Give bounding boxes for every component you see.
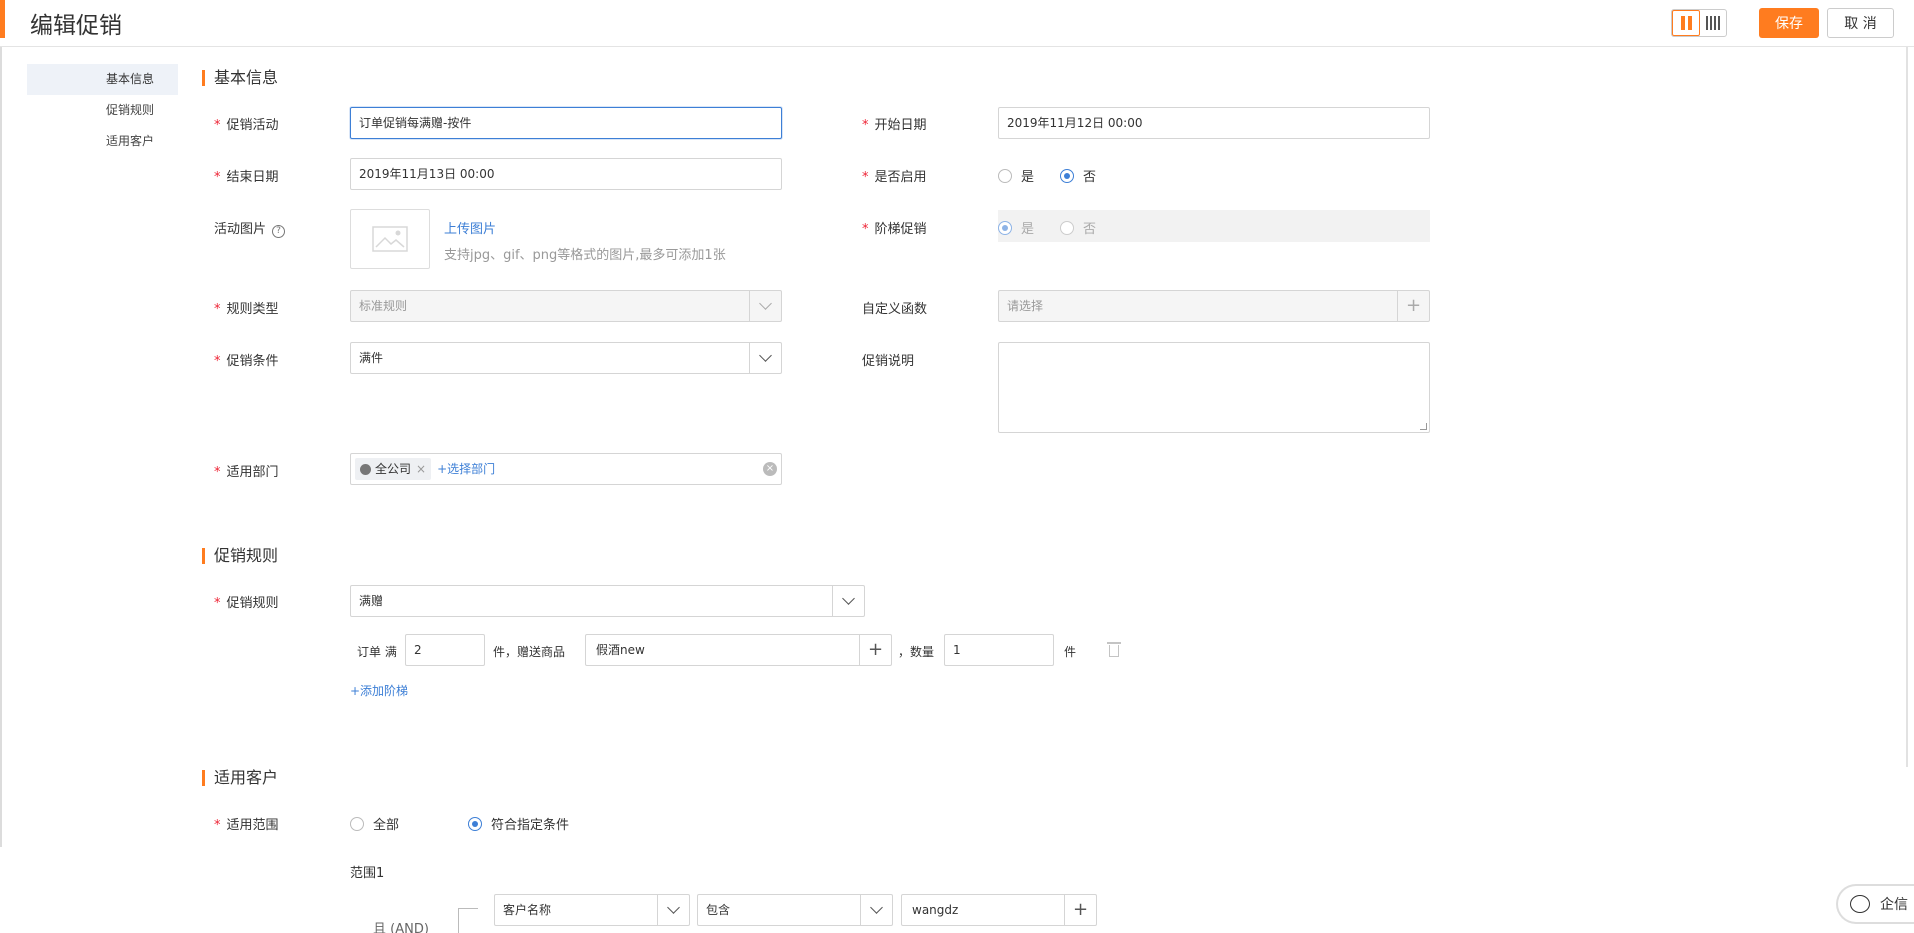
enabled-no-radio[interactable]: 否 [1060, 166, 1096, 185]
dept-label: * 适用部门 [214, 465, 279, 480]
description-textarea[interactable] [998, 342, 1430, 433]
nav-item-promo-rules[interactable]: 促销规则 [27, 95, 178, 126]
qty-text: ，数量 [898, 645, 935, 659]
section-title-customers: 适用客户 [202, 768, 278, 788]
rule-label: * 促销规则 [214, 596, 279, 611]
four-column-layout-button[interactable] [1700, 10, 1726, 36]
chevron-down-icon [832, 586, 864, 616]
custom-fn-label: 自定义函数 [862, 302, 928, 317]
enabled-label: * 是否启用 [862, 170, 927, 185]
chevron-down-icon [749, 291, 781, 321]
start-date-label: * 开始日期 [862, 118, 927, 133]
tiered-yes-radio[interactable]: 是 [998, 218, 1034, 237]
promo-activity-label: * 促销活动 [214, 118, 279, 133]
remove-tag-icon[interactable]: × [416, 458, 426, 480]
enabled-yes-radio[interactable]: 是 [998, 166, 1034, 185]
trash-icon[interactable] [1107, 641, 1121, 657]
end-date-input[interactable]: 2019年11月13日 00:00 [350, 158, 782, 190]
dept-selector[interactable]: 全公司 × +选择部门 × [350, 453, 782, 485]
two-column-layout-button[interactable] [1672, 10, 1700, 36]
condition-field-select[interactable]: 客户名称 [494, 894, 690, 926]
chevron-down-icon [749, 343, 781, 373]
section-title-basic: 基本信息 [202, 68, 278, 88]
chat-bubble-icon [1850, 895, 1870, 913]
plus-icon[interactable]: + [1397, 291, 1429, 321]
select-dept-link[interactable]: +选择部门 [437, 458, 495, 480]
unit-text: 件 [1064, 645, 1077, 659]
image-upload-box[interactable] [350, 209, 430, 269]
layout-toggle [1671, 9, 1727, 37]
dept-tag: 全公司 × [355, 458, 432, 480]
upload-hint: 支持jpg、gif、png等格式的图片,最多可添加1张 [444, 248, 726, 263]
add-tier-link[interactable]: +添加阶梯 [350, 682, 408, 699]
rule-type-select[interactable]: 标准规则 [350, 290, 782, 322]
scope-label: * 适用范围 [214, 818, 279, 833]
condition-value-input[interactable]: wangdz + [901, 894, 1097, 926]
range-title: 范围1 [350, 866, 385, 881]
tiered-no-radio[interactable]: 否 [1060, 218, 1096, 237]
and-bracket [458, 908, 478, 933]
page-title: 编辑促销 [30, 13, 122, 39]
section-title-rules: 促销规则 [202, 546, 278, 566]
upload-image-link[interactable]: 上传图片 [444, 218, 496, 237]
top-bar: 编辑促销 保存 取 消 [0, 0, 1914, 47]
clear-icon[interactable]: × [763, 462, 777, 476]
start-date-input[interactable]: 2019年11月12日 00:00 [998, 107, 1430, 139]
end-date-label: * 结束日期 [214, 170, 279, 185]
nav-item-customers[interactable]: 适用客户 [27, 126, 178, 157]
globe-icon [360, 463, 371, 475]
save-button[interactable]: 保存 [1759, 8, 1819, 38]
custom-fn-select[interactable]: 请选择 + [998, 290, 1430, 322]
title-accent-bar [0, 0, 5, 38]
section-nav: 基本信息 促销规则 适用客户 [27, 64, 178, 157]
plus-icon[interactable]: + [859, 635, 891, 665]
tiered-label: * 阶梯促销 [862, 222, 927, 237]
condition-select[interactable]: 满件 [350, 342, 782, 374]
promo-activity-input[interactable]: 订单促销每满赠-按件 [350, 107, 782, 139]
condition-label: * 促销条件 [214, 354, 279, 369]
chevron-down-icon [657, 895, 689, 925]
order-full-text: 订单 满 [357, 645, 397, 659]
scrollbar[interactable] [1906, 47, 1908, 767]
gift-product-input[interactable]: 假酒new + [585, 634, 892, 666]
chevron-down-icon [860, 895, 892, 925]
two-column-icon [1680, 16, 1692, 30]
gift-text: 件，赠送商品 [493, 645, 566, 659]
threshold-input[interactable]: 2 [405, 634, 485, 666]
four-column-icon [1706, 16, 1720, 30]
left-edge-line [0, 47, 2, 847]
condition-operator-select[interactable]: 包含 [697, 894, 893, 926]
help-icon: ? [272, 225, 286, 238]
rule-select[interactable]: 满赠 [350, 585, 865, 617]
cancel-button[interactable]: 取 消 [1827, 8, 1894, 38]
plus-icon[interactable]: + [1064, 895, 1096, 925]
rule-type-label: * 规则类型 [214, 302, 279, 317]
qixin-chat-widget[interactable]: 企信 [1836, 884, 1914, 924]
description-label: 促销说明 [862, 354, 915, 369]
scope-specified-radio[interactable]: 符合指定条件 [468, 814, 569, 833]
and-label: 且 (AND) [373, 922, 429, 933]
qty-input[interactable]: 1 [944, 634, 1054, 666]
nav-item-basic-info[interactable]: 基本信息 [27, 64, 178, 95]
image-label: 活动图片? [214, 218, 286, 238]
scope-all-radio[interactable]: 全部 [350, 814, 399, 833]
image-placeholder-icon [372, 226, 408, 252]
